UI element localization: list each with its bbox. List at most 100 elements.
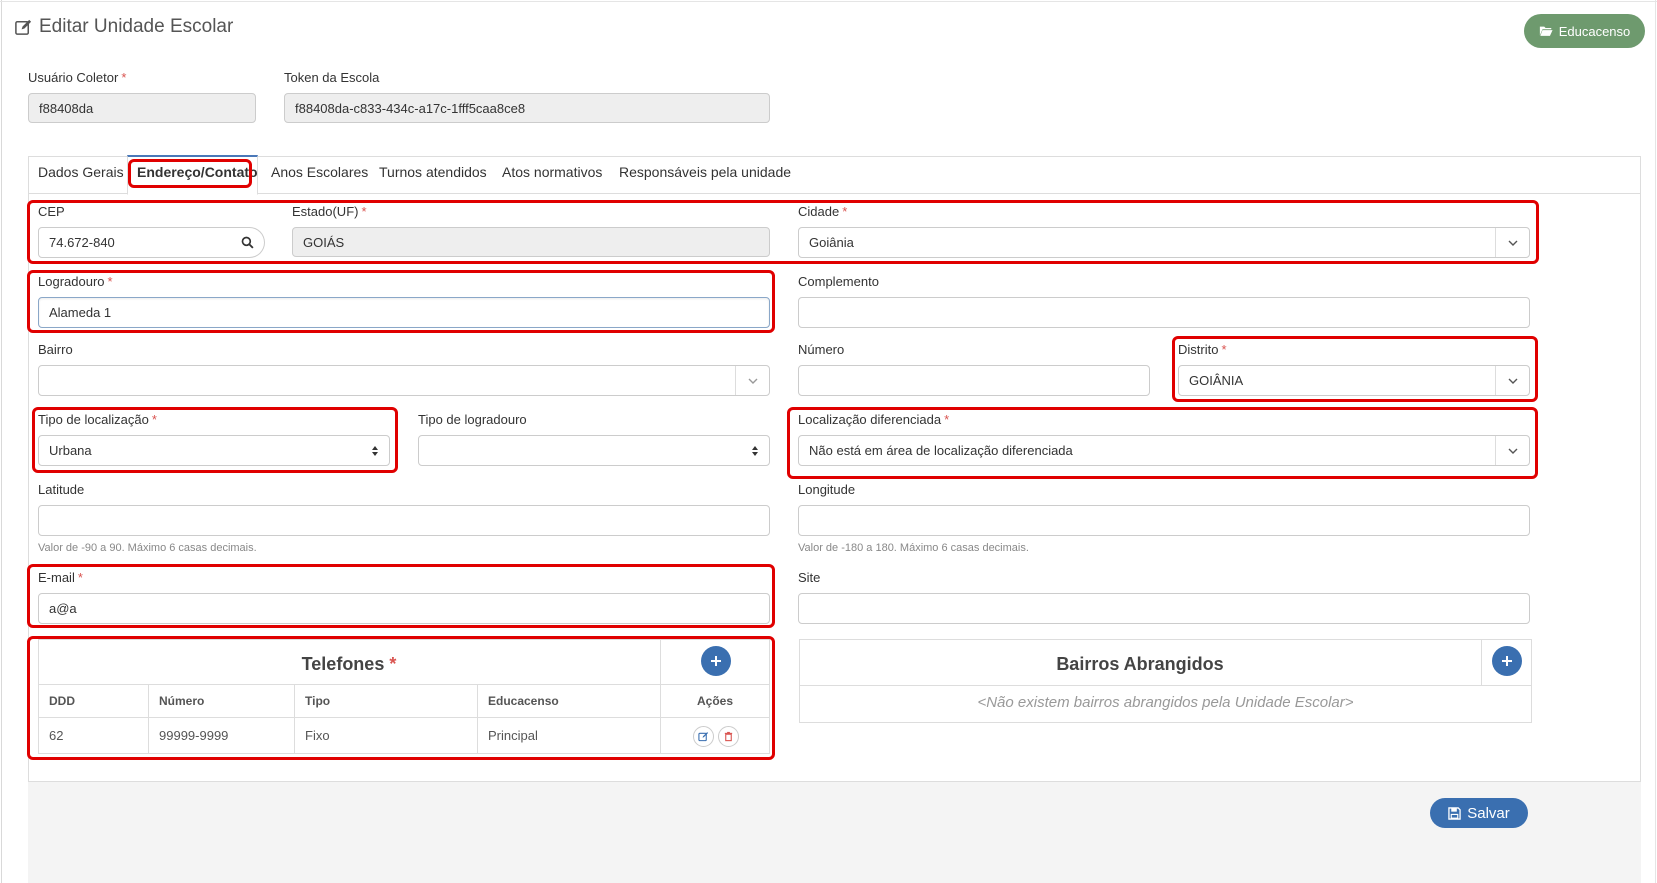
add-bairro-button[interactable] [1492,646,1522,676]
save-button-label: Salvar [1467,804,1510,822]
plus-icon [1502,656,1512,666]
telefone-educacenso: Principal [488,728,538,743]
column-header-ddd: DDD [49,694,75,708]
edit-icon [698,732,709,742]
edit-telefone-button[interactable] [693,726,714,747]
tipo-logradouro-label: Tipo de logradouro [418,412,527,427]
chevron-down-icon [1495,436,1529,465]
email-label: E-mail * [38,570,83,585]
tab-dados-gerais[interactable]: Dados Gerais [38,164,124,184]
page-border [0,1,1657,2]
email-input[interactable]: a@a [38,593,770,624]
tab-responsaveis[interactable]: Responsáveis pela unidade [619,164,791,184]
complemento-input[interactable] [798,297,1530,328]
save-icon [1448,806,1461,820]
longitude-input[interactable] [798,505,1530,536]
estado-label: Estado(UF) * [292,204,367,219]
table-divider [1481,639,1482,685]
complemento-label: Complemento [798,274,879,289]
educacenso-button-label: Educacenso [1558,23,1631,39]
tipo-localizacao-value: Urbana [49,443,92,458]
localizacao-diferenciada-value: Não está em área de localização diferenc… [809,443,1073,458]
table-divider [477,684,478,754]
bairros-title: Bairros Abrangidos [1056,654,1224,674]
delete-telefone-button[interactable] [718,726,739,747]
token-escola-field[interactable]: f88408da-c833-434c-a17c-1fff5caa8ce8 [284,93,770,123]
tab-anos-escolares[interactable]: Anos Escolares [271,164,368,184]
add-telefone-button[interactable] [701,646,731,676]
numero-label: Número [798,342,845,357]
chevron-down-icon [1495,366,1529,395]
trash-icon [724,731,733,742]
cep-value: 74.672-840 [49,235,115,250]
table-divider [799,685,1532,686]
longitude-label: Longitude [798,482,856,497]
site-input[interactable] [798,593,1530,624]
cep-label: CEP [38,204,65,219]
token-escola-label: Token da Escola [284,70,380,85]
select-arrows-icon [372,445,378,456]
cidade-value: Goiânia [809,235,854,250]
logradouro-input[interactable]: Alameda 1 [38,297,770,328]
numero-input[interactable] [798,365,1150,396]
bairro-select[interactable] [38,365,770,396]
table-divider [294,684,295,754]
select-arrows-icon [752,445,758,456]
token-escola-value: f88408da-c833-434c-a17c-1fff5caa8ce8 [295,100,526,116]
column-header-tipo: Tipo [305,694,331,708]
tab-bar [28,156,1641,194]
page-title: Editar Unidade Escolar [14,16,233,38]
telefone-ddd: 62 [49,728,64,743]
save-button[interactable]: Salvar [1430,798,1528,828]
chevron-down-icon [1495,228,1529,257]
page-title-text: Editar Unidade Escolar [39,16,234,37]
table-divider [148,684,149,754]
cep-search-button[interactable] [231,227,265,258]
email-value: a@a [49,601,77,616]
longitude-help: Valor de -180 a 180. Máximo 6 casas deci… [798,542,1029,554]
column-header-numero: Número [159,694,205,708]
cidade-select[interactable]: Goiânia [798,227,1530,258]
form-footer [28,781,1641,883]
cidade-label: Cidade * [798,204,848,219]
edit-icon [15,19,32,35]
estado-field[interactable]: GOIÁS [292,227,770,257]
tipo-logradouro-select[interactable] [418,435,770,466]
telefones-title: Telefones * [301,654,397,674]
distrito-select[interactable]: GOIÂNIA [1178,365,1530,396]
usuario-coletor-label: Usuário Coletor * [28,70,127,85]
localizacao-diferenciada-label: Localização diferenciada * [798,412,950,427]
estado-value: GOIÁS [303,234,345,250]
bairros-empty-message: <Não existem bairros abrangidos pela Uni… [977,694,1354,711]
chevron-down-icon [735,366,769,395]
plus-icon [711,656,721,666]
bairro-label: Bairro [38,342,73,357]
latitude-help: Valor de -90 a 90. Máximo 6 casas decima… [38,542,257,554]
page-border [1655,0,1656,883]
tipo-localizacao-select[interactable]: Urbana [38,435,390,466]
telefone-numero: 99999-9999 [159,728,229,743]
latitude-label: Latitude [38,482,85,497]
tab-endereco-contato[interactable]: Endereço/Contato [137,164,258,184]
logradouro-label: Logradouro * [38,274,113,289]
tab-atos-normativos[interactable]: Atos normativos [502,164,602,184]
logradouro-value: Alameda 1 [49,305,112,320]
search-icon [241,236,254,249]
cep-input[interactable]: 74.672-840 [38,227,232,258]
tab-turnos-atendidos[interactable]: Turnos atendidos [379,164,487,184]
latitude-input[interactable] [38,505,770,536]
page-frame: Editar Unidade Escolar Educacenso Usuári… [0,0,1657,883]
column-header-educacenso: Educacenso [488,694,559,708]
usuario-coletor-value: f88408da [39,100,94,116]
educacenso-button[interactable]: Educacenso [1524,14,1645,48]
page-border [1,0,2,883]
tipo-localizacao-label: Tipo de localização * [38,412,157,427]
telefone-tipo: Fixo [305,728,330,743]
localizacao-diferenciada-select[interactable]: Não está em área de localização diferenc… [798,435,1530,466]
site-label: Site [798,570,821,585]
usuario-coletor-field[interactable]: f88408da [28,93,256,123]
column-header-acoes: Ações [696,694,734,708]
distrito-label: Distrito * [1178,342,1227,357]
distrito-value: GOIÂNIA [1189,373,1244,388]
folder-open-icon [1539,26,1553,36]
